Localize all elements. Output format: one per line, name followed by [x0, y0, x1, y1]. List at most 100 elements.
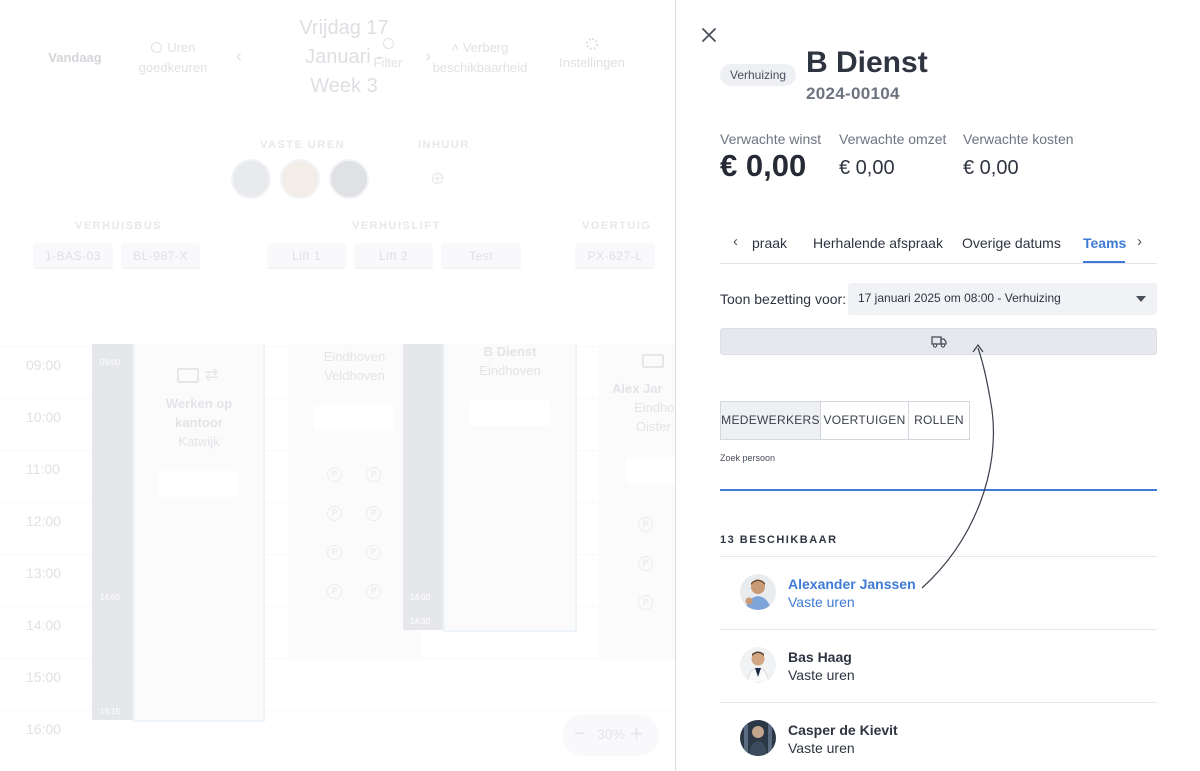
truck-button[interactable]: [313, 405, 394, 431]
show-occupancy-label: Toon bezetting voor:: [720, 291, 847, 307]
appointment-card[interactable]: [443, 344, 577, 632]
parking-icon: P: [638, 595, 653, 610]
time-marker: 14:30: [410, 617, 431, 626]
planner-background: Vandaag Uren goedkeuren ‹ Vrijdag 17 Jan…: [0, 0, 675, 771]
hide-availability-button[interactable]: ˄ Verberg beschikbaarheid: [430, 38, 530, 78]
parking-icon: P: [327, 545, 342, 560]
parking-icon: P: [638, 517, 653, 532]
monitor-icon: [177, 368, 199, 383]
vehicle-assign-bar[interactable]: [720, 328, 1157, 355]
hide-availability-label: Verberg beschikbaarheid: [432, 40, 528, 75]
card-place: Eindhoven: [323, 349, 386, 364]
zoom-level: 30%: [597, 726, 626, 742]
avatar[interactable]: [329, 159, 369, 199]
section-fixed-hours: VASTE UREN: [260, 139, 346, 151]
tab-other-dates[interactable]: Overige datums: [962, 235, 1061, 251]
avatar[interactable]: [231, 159, 271, 199]
list-item-person[interactable]: Bas Haag Vaste uren: [720, 630, 1157, 702]
lift-chip[interactable]: Lift 2: [354, 243, 433, 269]
truck-icon: [931, 336, 947, 348]
cost-label: Verwachte kosten: [963, 131, 1074, 147]
card-place: Katwijk: [178, 434, 220, 449]
list-item-person[interactable]: Alexander Janssen Vaste uren: [720, 557, 1157, 629]
section-vehicle: VOERTUIG: [582, 220, 652, 232]
appointment-card[interactable]: [288, 344, 421, 659]
prev-day-icon[interactable]: ‹: [236, 46, 242, 66]
available-heading: 13 BESCHIKBAAR: [720, 534, 838, 546]
tab-recurring[interactable]: Herhalende afspraak: [813, 235, 943, 251]
type-badge: Verhuizing: [720, 64, 797, 86]
chevron-left-icon[interactable]: ‹: [733, 233, 738, 250]
lift-chip[interactable]: Lift 1: [267, 243, 346, 269]
tab-teams[interactable]: Teams: [1083, 235, 1126, 251]
avatar[interactable]: [280, 159, 320, 199]
revenue-value: € 0,00: [839, 157, 895, 179]
time-marker: 14:00: [100, 593, 121, 602]
card-title: Alex Jar: [612, 381, 663, 396]
avatar: [740, 720, 776, 756]
list-item-person[interactable]: Casper de Kievit Vaste uren: [720, 703, 1157, 771]
caret-down-icon: [1136, 296, 1146, 302]
approve-hours-button[interactable]: Uren goedkeuren: [132, 38, 214, 78]
person-name: Alexander Janssen: [788, 576, 916, 592]
card-place: Eindhoven: [479, 363, 541, 378]
card-place: Eindho: [634, 400, 675, 415]
chevron-up-icon: ˄: [451, 40, 463, 55]
segment-roles[interactable]: ROLLEN: [908, 401, 970, 440]
avatar: [740, 574, 776, 610]
parking-icon: P: [327, 584, 342, 599]
parking-icon: P: [638, 556, 653, 571]
card-title: Werken op kantoor: [165, 396, 233, 430]
time-label: 16:00: [26, 721, 62, 737]
person-type: Vaste uren: [788, 594, 855, 610]
time-marker: 09:00: [100, 358, 121, 367]
approve-hours-label: Uren goedkeuren: [138, 40, 208, 75]
truck-icon: [642, 354, 664, 368]
time-label: 09:00: [26, 357, 62, 373]
section-bus: VERHUISBUS: [75, 220, 163, 232]
time-label: 15:00: [26, 669, 62, 685]
tab-afspraak[interactable]: praak: [752, 235, 787, 251]
zoom-control: − 30% +: [562, 714, 659, 756]
person-name: Casper de Kievit: [788, 722, 898, 738]
sync-icon: ⇄: [205, 367, 219, 384]
profit-value: € 0,00: [720, 148, 807, 183]
settings-button[interactable]: Instellingen: [556, 38, 628, 73]
truck-button[interactable]: [158, 471, 239, 497]
filter-label: Filter: [373, 55, 403, 70]
person-type: Vaste uren: [788, 667, 855, 683]
truck-button[interactable]: [626, 457, 675, 483]
chevron-right-icon[interactable]: ›: [1137, 233, 1142, 250]
vehicle-chip[interactable]: BL-987-X: [121, 243, 200, 269]
availability-column: [403, 344, 444, 630]
zoom-in-icon[interactable]: +: [630, 721, 643, 747]
page-title: B Dienst: [806, 46, 928, 79]
clock-icon: [150, 42, 162, 53]
vehicle-chip[interactable]: PX-627-L: [575, 243, 655, 269]
search-person-input[interactable]: [720, 465, 1157, 491]
today-button[interactable]: Vandaag: [40, 48, 110, 68]
vehicle-chip[interactable]: 1-BAS-03: [33, 243, 113, 269]
avatar: [740, 647, 776, 683]
settings-label: Instellingen: [559, 55, 625, 70]
filter-button[interactable]: Filter: [368, 38, 408, 73]
zoom-out-icon[interactable]: −: [574, 723, 586, 746]
time-label: 11:00: [26, 461, 60, 477]
lift-chip[interactable]: Test: [441, 243, 521, 269]
close-icon[interactable]: [699, 25, 719, 45]
person-name: Bas Haag: [788, 649, 852, 665]
person-type: Vaste uren: [788, 740, 855, 756]
parking-icon: P: [366, 506, 381, 521]
truck-button[interactable]: [469, 400, 550, 426]
segment-vehicles[interactable]: VOERTUIGEN: [820, 401, 909, 440]
card-title: B Dienst: [483, 344, 537, 359]
revenue-label: Verwachte omzet: [839, 131, 947, 147]
section-hire: INHUUR: [418, 139, 470, 151]
segment-employees[interactable]: MEDEWERKERS: [720, 401, 821, 440]
card-place: Veldhoven: [324, 368, 385, 383]
time-label: 14:00: [26, 617, 62, 633]
occupancy-select[interactable]: 17 januari 2025 om 08:00 - Verhuizing: [848, 283, 1157, 315]
add-user-icon[interactable]: ⊕: [430, 168, 452, 190]
availability-column: [92, 344, 133, 720]
detail-panel: Verhuizing B Dienst 2024-00104 Verwachte…: [675, 0, 1200, 771]
